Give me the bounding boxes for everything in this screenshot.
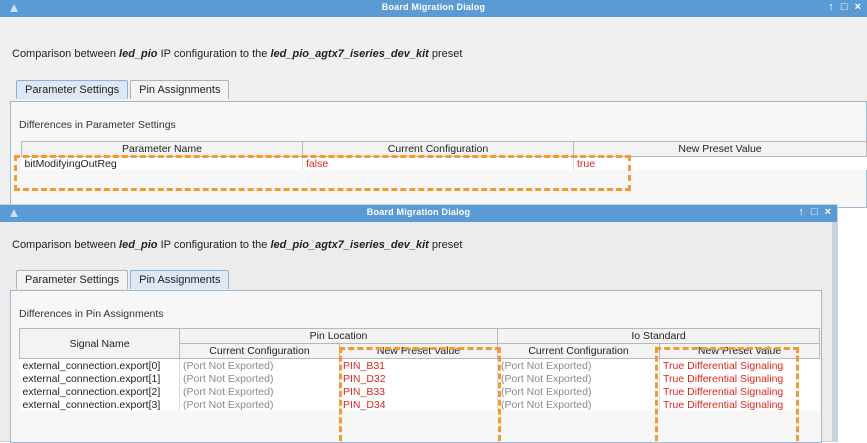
- pin-current: (Port Not Exported): [179, 372, 340, 385]
- signal-name: external_connection.export[1]: [22, 372, 161, 385]
- tab-bar: Parameter Settings Pin Assignments: [16, 270, 231, 289]
- io-current: (Port Not Exported): [497, 358, 660, 372]
- ip-name: led_pio: [119, 48, 158, 60]
- desc-text: Comparison between: [12, 239, 120, 251]
- board-migration-dialog-parameters: Board Migration Dialog ↑ □ × Comparison …: [0, 0, 867, 208]
- title-bar[interactable]: Board Migration Dialog ↑ □ ×: [0, 205, 837, 222]
- tab-parameter-settings[interactable]: Parameter Settings: [16, 80, 129, 99]
- column-group-io-standard[interactable]: Io Standard: [497, 328, 821, 344]
- io-current: (Port Not Exported): [497, 398, 660, 411]
- desc-text: IP configuration to the: [157, 239, 271, 251]
- close-icon[interactable]: ×: [855, 1, 861, 13]
- section-title: Differences in Parameter Settings: [19, 119, 176, 131]
- io-current: (Port Not Exported): [497, 372, 660, 385]
- arrow-up-icon[interactable]: ↑: [828, 1, 834, 13]
- tab-bar: Parameter Settings Pin Assignments: [16, 80, 231, 99]
- tab-pin-assignments[interactable]: Pin Assignments: [130, 270, 230, 289]
- pin-current: (Port Not Exported): [179, 398, 340, 411]
- desc-text: preset: [428, 239, 463, 251]
- comparison-description: Comparison between led_pio IP configurat…: [12, 239, 462, 251]
- maximize-icon[interactable]: □: [811, 206, 818, 218]
- desc-text: preset: [428, 48, 463, 60]
- maximize-icon[interactable]: □: [841, 1, 848, 13]
- tab-parameter-settings[interactable]: Parameter Settings: [16, 270, 129, 289]
- io-current: (Port Not Exported): [497, 385, 660, 398]
- preset-name: led_pio_agtx7_iseries_dev_kit: [270, 239, 429, 251]
- signal-name: external_connection.export[2]: [22, 385, 161, 398]
- column-header[interactable]: Current Configuration: [497, 343, 661, 359]
- comparison-description: Comparison between led_pio IP configurat…: [12, 48, 462, 60]
- arrow-up-icon[interactable]: ↑: [798, 206, 804, 218]
- highlight-box: [339, 347, 501, 441]
- ip-name: led_pio: [119, 239, 158, 251]
- title-bar[interactable]: Board Migration Dialog ↑ □ ×: [0, 0, 867, 17]
- highlight-box: [14, 155, 631, 191]
- desc-text: IP configuration to the: [157, 48, 271, 60]
- column-header-signal-name[interactable]: Signal Name: [19, 328, 180, 359]
- preset-name: led_pio_agtx7_iseries_dev_kit: [270, 48, 429, 60]
- column-header[interactable]: Current Configuration: [179, 343, 340, 359]
- window-title: Board Migration Dialog: [381, 2, 486, 12]
- section-title: Differences in Pin Assignments: [19, 308, 164, 320]
- desc-text: Comparison between: [12, 48, 120, 60]
- signal-name: external_connection.export[3]: [22, 398, 161, 411]
- window-title: Board Migration Dialog: [366, 207, 471, 217]
- pin-current: (Port Not Exported): [179, 358, 340, 372]
- tab-pin-assignments[interactable]: Pin Assignments: [130, 80, 230, 99]
- column-group-pin-location[interactable]: Pin Location: [178, 328, 499, 344]
- close-icon[interactable]: ×: [825, 206, 831, 218]
- highlight-box: [655, 347, 799, 441]
- window-edge: [832, 222, 837, 441]
- signal-name: external_connection.export[0]: [22, 359, 161, 372]
- pin-current: (Port Not Exported): [179, 385, 340, 398]
